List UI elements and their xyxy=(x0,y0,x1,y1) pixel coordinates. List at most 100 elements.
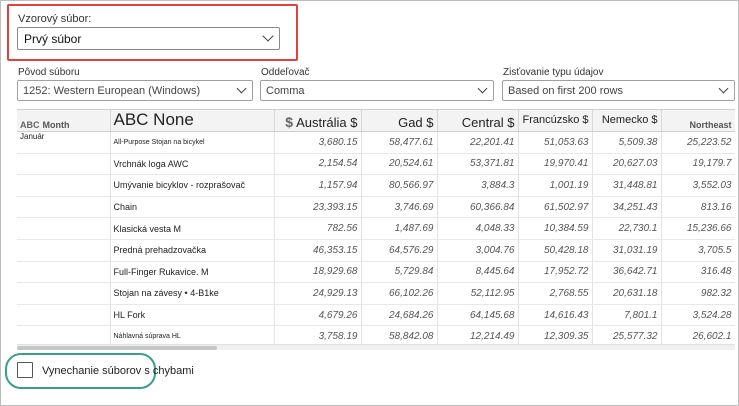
month-cell: Január xyxy=(17,131,111,154)
column-header-northeast[interactable]: Northeast xyxy=(661,110,735,132)
value-cell: 64,145.68 xyxy=(437,304,519,327)
value-cell: 23,393.15 xyxy=(274,196,362,219)
value-cell: 26,602.1 xyxy=(661,325,735,344)
value-cell: 20,631.18 xyxy=(592,282,662,305)
column-header-gad[interactable]: Gad $ xyxy=(361,110,438,132)
column-header-central[interactable]: Central $ xyxy=(437,110,519,132)
table-row: Predná prehadzovačka 46,353.15 64,576.29 3,… xyxy=(17,239,735,262)
product-name: Náhlavná súprava HL xyxy=(113,333,181,341)
value-cell: 25,223.52 xyxy=(661,131,735,154)
table-row: HL Fork 4,679.26 24,684.26 64,145.68 14,616.… xyxy=(17,304,735,327)
value-cell: 34,251.43 xyxy=(592,196,662,219)
file-origin-value: 1252: Western European (Windows) xyxy=(23,85,201,97)
type-detection-value: Based on first 200 rows xyxy=(508,85,623,97)
value-cell: 31,031.19 xyxy=(592,239,662,262)
product-name: Klasická vesta M xyxy=(113,223,182,234)
value-cell: 813.16 xyxy=(661,196,735,219)
value-cell: 36,642.71 xyxy=(592,261,662,284)
column-header-germany[interactable]: Nemecko $ xyxy=(592,110,662,132)
value-cell: 5,729.84 xyxy=(361,261,438,284)
table-row: Full-Finger Rukavice. M 18,929.68 5,729.84… xyxy=(17,261,735,284)
product-name: Stojan na závesy • 4-B1ke xyxy=(113,288,219,299)
product-cell: Vrchnák loga AWC xyxy=(110,153,275,176)
column-header-australia[interactable]: $ Austrália $ xyxy=(274,110,362,132)
product-name: Vrchnák loga AWC xyxy=(113,158,189,169)
product-cell: Umývanie bicyklov - rozprašovač xyxy=(110,174,275,197)
value-cell: 66,102.26 xyxy=(361,282,438,305)
month-cell xyxy=(17,196,111,219)
skip-errors-label: Vynechanie súborov s chybami xyxy=(42,365,194,377)
value-cell: 4,679.26 xyxy=(274,304,362,327)
type-detection-dropdown[interactable]: Based on first 200 rows xyxy=(502,80,735,101)
value-cell: 20,524.61 xyxy=(361,153,438,176)
value-cell: 8,445.64 xyxy=(437,261,519,284)
value-cell: 10,384.59 xyxy=(518,217,593,240)
value-cell: 22,730.1 xyxy=(592,217,662,240)
value-cell: 1,487.69 xyxy=(361,217,438,240)
table-row: Náhlavná súprava HL 3,758.19 58,842.08 12,2… xyxy=(17,325,735,344)
delimiter-value: Comma xyxy=(266,85,305,97)
value-cell: 14,616.43 xyxy=(518,304,593,327)
value-cell: 20,627.03 xyxy=(592,153,662,176)
text-type-icon: ABC xyxy=(20,120,40,130)
table-row: Stojan na závesy • 4-B1ke 24,929.13 66,102… xyxy=(17,282,735,305)
value-cell: 2,768.55 xyxy=(518,282,593,305)
column-header-france[interactable]: Francúzsko $ xyxy=(518,110,593,132)
value-cell: 3,884.3 xyxy=(437,174,519,197)
value-cell: 2,154.54 xyxy=(274,153,362,176)
currency-type-icon: $ xyxy=(285,114,294,130)
column-header-none[interactable]: ABC None xyxy=(110,110,275,132)
product-name: Full-Finger Rukavice. M xyxy=(113,266,209,277)
table-row: Umývanie bicyklov - rozprašovač 1,157.94 8… xyxy=(17,174,735,197)
product-cell: HL Fork xyxy=(110,304,275,327)
value-cell: 17,952.72 xyxy=(518,261,593,284)
value-cell: 31,448.81 xyxy=(592,174,662,197)
value-cell: 58,842.08 xyxy=(361,325,438,344)
value-cell: 12,309.35 xyxy=(518,325,593,344)
product-cell: Full-Finger Rukavice. M xyxy=(110,261,275,284)
value-cell: 60,366.84 xyxy=(437,196,519,219)
value-cell: 982.32 xyxy=(661,282,735,305)
sample-file-label: Vzorový súbor: xyxy=(18,13,92,25)
value-cell: 1,001.19 xyxy=(518,174,593,197)
value-cell: 12,214.49 xyxy=(437,325,519,344)
table-row: Chain 23,393.15 3,746.69 60,366.84 61,502.97… xyxy=(17,196,735,219)
file-origin-dropdown[interactable]: 1252: Western European (Windows) xyxy=(17,80,253,101)
product-cell: Klasická vesta M xyxy=(110,217,275,240)
product-cell: Náhlavná súprava HL xyxy=(110,325,275,344)
value-cell: 1,157.94 xyxy=(274,174,362,197)
value-cell: 24,929.13 xyxy=(274,282,362,305)
value-cell: 80,566.97 xyxy=(361,174,438,197)
value-cell: 15,236.66 xyxy=(661,217,735,240)
chevron-down-icon xyxy=(262,30,274,42)
chevron-down-icon xyxy=(236,83,247,94)
column-header-month[interactable]: ABC Month xyxy=(17,110,111,132)
delimiter-label: Oddeľovač xyxy=(261,67,310,78)
horizontal-scrollbar[interactable] xyxy=(17,344,735,350)
delimiter-dropdown[interactable]: Comma xyxy=(260,80,494,101)
value-cell: 19,970.41 xyxy=(518,153,593,176)
type-detection-label: Zisťovanie typu údajov xyxy=(503,67,604,78)
table-row: Vrchnák loga AWC 2,154.54 20,524.61 53,371.… xyxy=(17,153,735,176)
value-cell: 64,576.29 xyxy=(361,239,438,262)
skip-errors-checkbox[interactable] xyxy=(17,362,33,378)
value-cell: 51,053.63 xyxy=(518,131,593,154)
month-cell xyxy=(17,217,111,240)
value-cell: 25,577.32 xyxy=(592,325,662,344)
value-cell: 24,684.26 xyxy=(361,304,438,327)
table-row: Január All-Purpose Stojan na bicykel 3,680… xyxy=(17,131,735,154)
sample-file-dropdown[interactable]: Prvý súbor xyxy=(17,27,280,50)
value-cell: 7,801.1 xyxy=(592,304,662,327)
month-cell xyxy=(17,239,111,262)
preview-table: ABC Month ABC None $ Austrália $ Gad $ Cen… xyxy=(17,110,735,344)
value-cell: 3,705.5 xyxy=(661,239,735,262)
scrollbar-thumb[interactable] xyxy=(17,346,217,350)
month-cell xyxy=(17,282,111,305)
product-name: All-Purpose Stojan na bicykel xyxy=(113,138,205,146)
data-preview-grid: ABC Month ABC None $ Austrália $ Gad $ Cen… xyxy=(17,109,735,344)
sample-file-value: Prvý súbor xyxy=(24,32,82,46)
value-cell: 782.56 xyxy=(274,217,362,240)
month-cell xyxy=(17,304,111,327)
value-cell: 3,552.03 xyxy=(661,174,735,197)
month-cell xyxy=(17,261,111,284)
